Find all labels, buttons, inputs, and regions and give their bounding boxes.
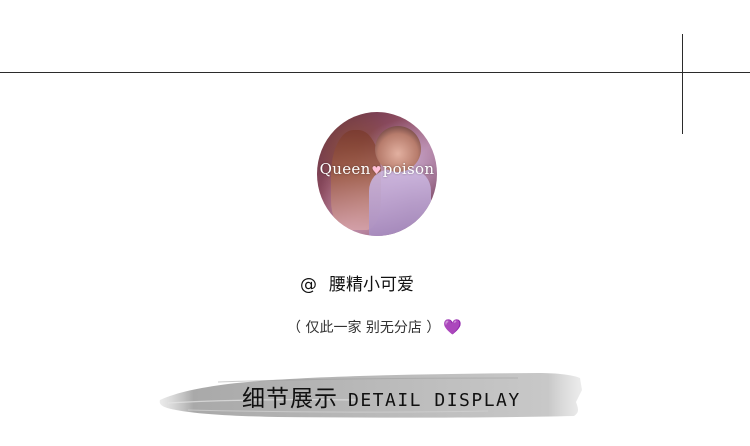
decorative-horizontal-line — [0, 72, 750, 73]
purple-heart-icon: 💜 — [443, 318, 463, 336]
shop-name: @ 腰精小可爱 — [300, 270, 414, 295]
avatar-overlay-text: Queen♥poison — [317, 160, 437, 178]
section-header-banner: 细节展示 DETAIL DISPLAY — [158, 370, 583, 420]
section-title-cn: 细节展示 — [242, 386, 338, 412]
tagline-text: （ 仅此一家 别无分店 ） — [287, 320, 441, 336]
section-title-en: DETAIL DISPLAY — [348, 390, 521, 411]
avatar-text-queen: Queen — [319, 160, 371, 178]
avatar-text-poison: poison — [382, 160, 435, 178]
shop-avatar[interactable]: Queen♥poison — [317, 112, 437, 236]
heart-icon: ♥ — [371, 164, 382, 177]
shop-tagline: （ 仅此一家 别无分店 ） 💜 — [287, 317, 462, 337]
section-header-title: 细节展示 DETAIL DISPLAY — [242, 379, 521, 413]
at-symbol: @ — [300, 275, 317, 295]
avatar-photo-figure-right-body — [369, 170, 431, 236]
shop-name-text: 腰精小可爱 — [329, 275, 414, 295]
decorative-vertical-line — [682, 34, 683, 134]
